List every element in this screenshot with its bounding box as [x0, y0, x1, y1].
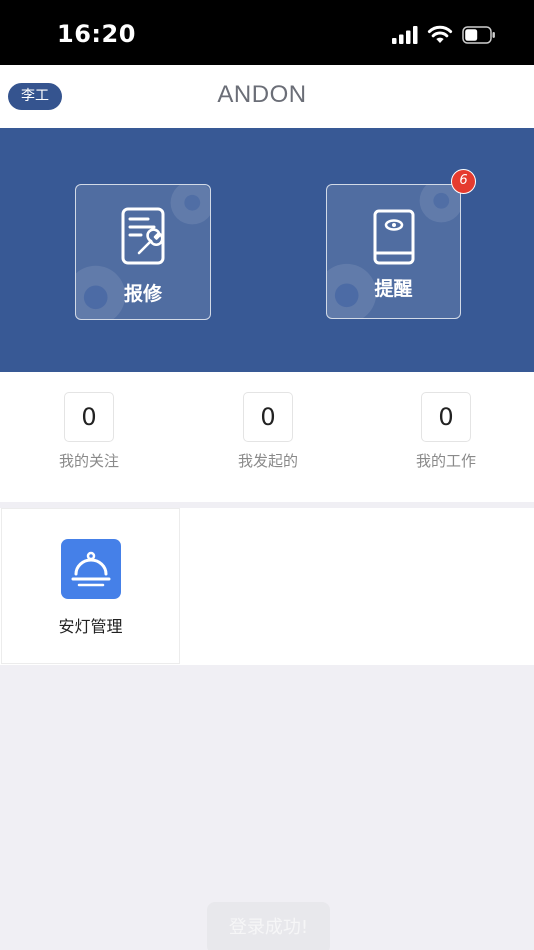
status-time: 16:20	[57, 20, 136, 48]
module-icon-tile	[61, 539, 121, 599]
toast-message: 登录成功!	[207, 902, 330, 950]
stat-initiated[interactable]: 0 我发起的	[208, 392, 328, 471]
module-grid: 安灯管理	[0, 508, 534, 665]
module-label: 安灯管理	[58, 617, 123, 636]
repair-document-wrench-icon	[121, 207, 165, 265]
stat-label: 我的工作	[415, 452, 476, 470]
stat-following[interactable]: 0 我的关注	[29, 392, 149, 471]
stat-value: 0	[243, 392, 293, 442]
status-bar: 16:20	[0, 0, 534, 65]
module-andon-management[interactable]: 安灯管理	[1, 508, 180, 664]
stat-label: 我的关注	[58, 452, 119, 470]
cellular-signal-icon	[392, 26, 418, 44]
stat-my-work[interactable]: 0 我的工作	[386, 392, 506, 471]
app-header: 李工 ANDON	[0, 65, 534, 128]
reminder-tile[interactable]: 提醒	[326, 184, 461, 319]
stats-section: 0 我的关注 0 我发起的 0 我的工作	[0, 372, 534, 502]
repair-label: 报修	[123, 283, 162, 305]
page-title: ANDON	[217, 81, 307, 108]
stat-value: 0	[64, 392, 114, 442]
wifi-icon	[427, 25, 453, 43]
stat-value: 0	[421, 392, 471, 442]
reminder-book-icon	[373, 209, 415, 265]
repair-tile[interactable]: 报修	[75, 184, 211, 320]
reminder-label: 提醒	[374, 278, 413, 300]
battery-icon	[462, 26, 495, 44]
service-bell-icon	[71, 551, 111, 587]
reminder-count-badge: 6	[451, 169, 476, 194]
action-banner: 报修 提醒 6	[0, 128, 534, 372]
stat-label: 我发起的	[237, 452, 298, 470]
